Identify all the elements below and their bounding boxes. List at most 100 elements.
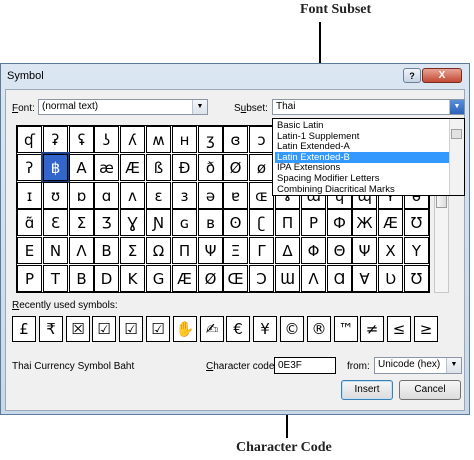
insert-button[interactable]: Insert xyxy=(341,380,393,400)
symbol-cell[interactable]: Σ xyxy=(120,237,145,264)
recent-symbol-cell[interactable]: ≥ xyxy=(414,316,438,342)
recent-symbol-cell[interactable]: ☑ xyxy=(146,316,170,342)
symbol-cell[interactable]: Ε xyxy=(17,237,42,264)
symbol-cell[interactable]: ß xyxy=(146,154,171,181)
symbol-cell[interactable]: ʢ xyxy=(69,126,94,153)
subset-option[interactable]: Latin Extended-A xyxy=(275,141,449,152)
symbol-cell[interactable]: G xyxy=(146,265,171,292)
symbol-cell[interactable]: ɐ xyxy=(223,182,248,209)
recent-symbol-cell[interactable]: ₹ xyxy=(39,316,63,342)
recent-symbol-cell[interactable]: ≤ xyxy=(387,316,411,342)
chevron-down-icon[interactable]: ▼ xyxy=(192,100,207,114)
subset-option[interactable]: IPA Extensions xyxy=(275,162,449,173)
symbol-cell[interactable]: Ɲ xyxy=(146,209,171,236)
recent-symbol-cell[interactable]: ☒ xyxy=(66,316,90,342)
symbol-cell[interactable]: ʎ xyxy=(120,126,145,153)
symbol-cell[interactable]: T xyxy=(43,265,68,292)
recent-symbol-cell[interactable]: ☑ xyxy=(119,316,143,342)
recent-symbol-cell[interactable]: € xyxy=(226,316,250,342)
symbol-cell[interactable]: ʘ xyxy=(223,209,248,236)
chevron-down-icon[interactable]: ▼ xyxy=(446,358,461,373)
symbol-cell[interactable]: Ʊ xyxy=(404,265,429,292)
symbol-cell[interactable]: ʊ xyxy=(43,182,68,209)
symbol-cell[interactable]: ɜ xyxy=(172,182,197,209)
symbol-cell[interactable]: Ω xyxy=(146,237,171,264)
symbol-cell[interactable]: ʡ xyxy=(43,126,68,153)
scrollbar-thumb[interactable] xyxy=(436,194,447,208)
symbol-cell[interactable]: ɞ xyxy=(223,126,248,153)
recent-symbol-cell[interactable]: ✋ xyxy=(173,316,197,342)
symbol-cell[interactable]: Ɣ xyxy=(120,209,145,236)
recent-symbol-cell[interactable]: ® xyxy=(307,316,331,342)
dropdown-scrollbar-thumb[interactable] xyxy=(451,129,462,139)
recent-symbol-cell[interactable]: ™ xyxy=(334,316,358,342)
symbol-cell[interactable]: Ψ xyxy=(198,237,223,264)
symbol-cell[interactable]: Ɐ xyxy=(352,265,377,292)
recent-symbol-cell[interactable]: ✍ xyxy=(200,316,224,342)
symbol-cell[interactable]: ʖ xyxy=(94,126,119,153)
symbol-cell[interactable]: Ɔ xyxy=(249,265,274,292)
symbol-cell[interactable]: Γ xyxy=(249,237,274,264)
symbol-cell[interactable]: Ʋ xyxy=(378,265,403,292)
symbol-cell[interactable]: Ɑ xyxy=(327,265,352,292)
symbol-cell[interactable]: ฿ xyxy=(41,152,70,183)
symbol-cell[interactable]: Υ xyxy=(404,237,429,264)
symbol-cell[interactable]: ɔ xyxy=(249,126,274,153)
symbol-cell[interactable]: Ʒ xyxy=(94,209,119,236)
subset-option[interactable]: Combining Diacritical Marks xyxy=(275,184,449,195)
symbol-cell[interactable]: Ɯ xyxy=(275,265,300,292)
symbol-cell[interactable]: ʒ xyxy=(198,126,223,153)
symbol-cell[interactable]: Æ xyxy=(120,154,145,181)
character-code-input[interactable]: 0E3F xyxy=(274,357,336,374)
symbol-cell[interactable]: Ф xyxy=(327,209,352,236)
symbol-cell[interactable]: Φ xyxy=(301,237,326,264)
symbol-cell[interactable]: ʙ xyxy=(198,209,223,236)
symbol-cell[interactable]: ʍ xyxy=(146,126,171,153)
recent-symbol-cell[interactable]: ☑ xyxy=(92,316,116,342)
symbol-cell[interactable]: Ø xyxy=(198,265,223,292)
symbol-cell[interactable]: Λ xyxy=(69,237,94,264)
symbol-cell[interactable]: ø xyxy=(249,154,274,181)
symbol-cell[interactable]: ə xyxy=(198,182,223,209)
symbol-cell[interactable]: Β xyxy=(94,237,119,264)
symbol-cell[interactable]: Р xyxy=(301,209,326,236)
symbol-cell[interactable]: Æ xyxy=(378,209,403,236)
chevron-down-icon[interactable]: ▼ xyxy=(449,100,464,114)
subset-option[interactable]: Latin-1 Supplement xyxy=(275,131,449,142)
subset-select[interactable]: Thai ▼ xyxy=(272,99,465,115)
recent-symbol-cell[interactable]: £ xyxy=(12,316,36,342)
cancel-button[interactable]: Cancel xyxy=(399,380,461,400)
symbol-cell[interactable]: ʗ xyxy=(249,209,274,236)
symbol-cell[interactable]: Χ xyxy=(378,237,403,264)
recent-symbol-cell[interactable]: ¥ xyxy=(253,316,277,342)
symbol-cell[interactable]: Δ xyxy=(275,237,300,264)
symbol-cell[interactable]: ɑ xyxy=(94,182,119,209)
symbol-cell[interactable]: Ψ xyxy=(352,237,377,264)
subset-option[interactable]: Basic Latin xyxy=(275,120,449,131)
symbol-cell[interactable]: ɶ xyxy=(249,182,274,209)
symbol-cell[interactable]: B xyxy=(69,265,94,292)
symbol-cell[interactable]: Ж xyxy=(352,209,377,236)
subset-option[interactable]: Latin Extended-B xyxy=(275,151,449,163)
symbol-cell[interactable]: A xyxy=(69,154,94,181)
symbol-cell[interactable]: ɛ xyxy=(146,182,171,209)
symbol-cell[interactable]: П xyxy=(275,209,300,236)
symbol-cell[interactable]: Ʃ xyxy=(69,209,94,236)
symbol-cell[interactable]: Æ xyxy=(172,265,197,292)
symbol-cell[interactable]: Ø xyxy=(223,154,248,181)
symbol-cell[interactable]: Ɛ xyxy=(43,209,68,236)
symbol-cell[interactable]: Ʌ xyxy=(301,265,326,292)
symbol-cell[interactable]: ʌ xyxy=(120,182,145,209)
symbol-cell[interactable]: Ʊ xyxy=(404,209,429,236)
help-button[interactable]: ? xyxy=(403,68,421,83)
symbol-cell[interactable]: Π xyxy=(172,237,197,264)
symbol-cell[interactable]: ɪ xyxy=(17,182,42,209)
symbol-cell[interactable]: K xyxy=(120,265,145,292)
symbol-cell[interactable]: æ xyxy=(94,154,119,181)
recent-symbol-cell[interactable]: © xyxy=(280,316,304,342)
symbol-cell[interactable]: Ð xyxy=(172,154,197,181)
symbol-cell[interactable]: ɢ xyxy=(172,209,197,236)
symbol-cell[interactable]: ɒ xyxy=(69,182,94,209)
symbol-cell[interactable]: ɑ̃ xyxy=(17,209,42,236)
symbol-cell[interactable]: Œ xyxy=(223,265,248,292)
